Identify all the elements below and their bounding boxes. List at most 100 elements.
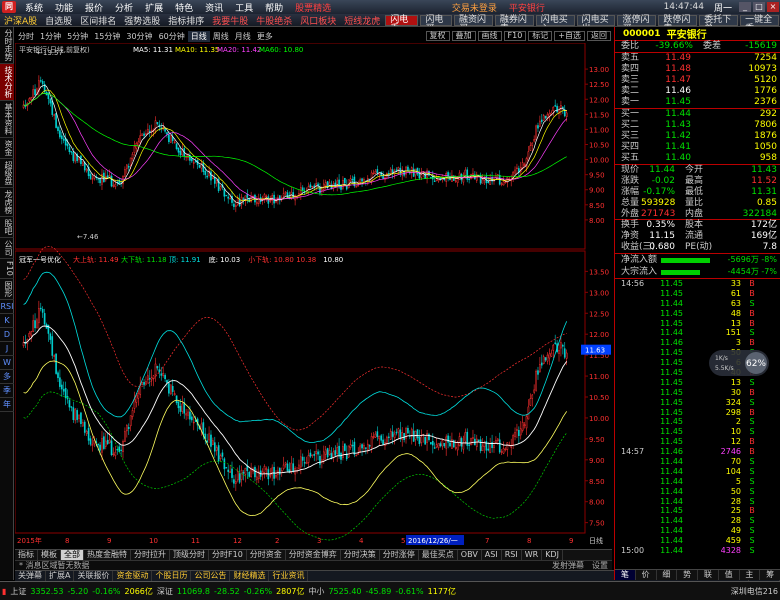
quote-panel-tab[interactable]: 筹	[760, 570, 780, 580]
menu-item[interactable]: 资讯	[199, 1, 229, 14]
news-tab[interactable]: 关弹幕	[15, 571, 46, 581]
news-tab[interactable]: 个股日历	[152, 571, 192, 581]
book-row[interactable]: 卖四 11.48 10973	[615, 64, 780, 75]
danmaku-button[interactable]: 发射弹幕	[548, 561, 588, 570]
menu-item[interactable]: 特色	[169, 1, 199, 14]
flash-trade-button[interactable]: 闪电手	[385, 14, 419, 26]
trade-button[interactable]: 委托下单	[699, 14, 739, 26]
period-tab[interactable]: 30分钟	[123, 31, 155, 42]
promo-link[interactable]: 股票精选	[289, 1, 337, 14]
indicator-tab[interactable]: KDJ	[542, 550, 563, 560]
trade-button[interactable]: 一键全委	[740, 14, 779, 26]
book-row[interactable]: 卖二 11.46 1776	[615, 86, 780, 97]
trade-button[interactable]: 融券闪卖	[494, 14, 534, 26]
kline-chart[interactable]: 平安银行(日线,前复权) MA5: 11.31 MA10: 11.35MA20: 1…	[15, 43, 612, 549]
trade-button[interactable]: 闪电买入	[535, 14, 575, 26]
left-tab[interactable]: 资金	[0, 138, 14, 159]
sz-index[interactable]: 11069.8	[175, 587, 212, 596]
left-tab[interactable]: 龙虎榜	[0, 188, 14, 217]
left-tab-extra[interactable]: J	[0, 342, 14, 356]
left-tab-extra[interactable]: 年	[0, 398, 14, 412]
period-tab[interactable]: 60分钟	[156, 31, 188, 42]
left-tab[interactable]: 技术分析	[0, 64, 14, 101]
left-tab[interactable]: 图形	[0, 279, 14, 300]
left-tab[interactable]: 基本资料	[0, 101, 14, 138]
indicator-tab[interactable]: RSI	[502, 550, 522, 560]
quote-panel-tab[interactable]: 联	[698, 570, 719, 580]
indicator-tab[interactable]: 全部	[61, 550, 84, 560]
sh-index[interactable]: 3352.53	[28, 587, 65, 596]
indicator-tab[interactable]: OBV	[458, 550, 482, 560]
menu-item[interactable]: 扩展	[139, 1, 169, 14]
left-tab-extra[interactable]: W	[0, 356, 14, 370]
indicator-tab[interactable]: 模板	[38, 550, 61, 560]
quote-panel-tab[interactable]: 价	[636, 570, 657, 580]
period-tab[interactable]: 分时	[15, 31, 37, 42]
menu-item[interactable]: 报价	[79, 1, 109, 14]
toolbar-item[interactable]: 沪深A股	[0, 14, 41, 27]
trade-button[interactable]: 跌停闪卖	[658, 14, 698, 26]
indicator-tab[interactable]: 分时拉升	[131, 550, 170, 560]
quote-panel-tab[interactable]: 势	[677, 570, 698, 580]
book-row[interactable]: 买四 11.41 1050	[615, 142, 780, 153]
left-tab-extra[interactable]: 多	[0, 370, 14, 384]
indicator-tab[interactable]: WR	[522, 550, 543, 560]
period-tab[interactable]: 5分钟	[64, 31, 91, 42]
period-tab[interactable]: 更多	[254, 31, 276, 42]
chart-tool-button[interactable]: F10	[503, 31, 527, 41]
indicator-tab[interactable]: 指标	[15, 550, 38, 560]
indicator-tab[interactable]: 最佳买点	[419, 550, 458, 560]
menu-item[interactable]: 功能	[49, 1, 79, 14]
book-row[interactable]: 买二 11.43 7806	[615, 120, 780, 131]
indicator-tab[interactable]: 分时资金博弈	[286, 550, 341, 560]
period-tab[interactable]: 周线	[210, 31, 232, 42]
toolbar-item[interactable]: 自选股	[41, 14, 76, 27]
close-icon[interactable]: ×	[767, 2, 779, 12]
period-tab[interactable]: 日线	[187, 30, 210, 42]
login-status[interactable]: 交易未登录	[446, 1, 503, 14]
toolbar-item[interactable]: 指标排序	[164, 14, 208, 27]
chart-tool-button[interactable]: 叠加	[451, 31, 476, 41]
news-tab[interactable]: 行业资讯	[269, 571, 309, 581]
left-tab[interactable]: 公司	[0, 238, 14, 259]
news-tab[interactable]: 扩展A	[46, 571, 75, 581]
chart-tool-button[interactable]: +自选	[554, 31, 585, 41]
indicator-tab[interactable]: 分时涨停	[380, 550, 419, 560]
left-tab[interactable]: 分时走势	[0, 27, 14, 64]
chart-tool-button[interactable]: 画线	[477, 31, 502, 41]
news-tab[interactable]: 资金驱动	[113, 571, 153, 581]
settings-button[interactable]: 设置	[588, 561, 612, 570]
book-row[interactable]: 卖三 11.47 5120	[615, 75, 780, 86]
menu-item[interactable]: 帮助	[259, 1, 289, 14]
quote-panel-tab[interactable]: 细	[657, 570, 678, 580]
indicator-tab[interactable]: 热度金融特	[84, 550, 131, 560]
quote-panel-tab[interactable]: 值	[719, 570, 740, 580]
news-tab[interactable]: 关联报价	[74, 571, 114, 581]
promo-dragon[interactable]: 短线龙虎	[340, 14, 384, 27]
menu-item[interactable]: 系统	[19, 1, 49, 14]
trade-button[interactable]: 闪电买	[420, 14, 452, 26]
indicator-tab[interactable]: 顶级分时	[170, 550, 209, 560]
book-row[interactable]: 卖一 11.45 2376	[615, 97, 780, 108]
book-row[interactable]: 买三 11.42 1876	[615, 131, 780, 142]
chart-tool-button[interactable]: 标记	[528, 31, 553, 41]
chart-tool-button[interactable]: 复权	[425, 31, 450, 41]
promo-kill[interactable]: 牛股绝杀	[252, 14, 296, 27]
promo-my-stock[interactable]: 我要牛股	[208, 14, 252, 27]
book-row[interactable]: 卖五 11.49 7254	[615, 53, 780, 64]
left-tab[interactable]: 股吧	[0, 217, 14, 238]
broker-link[interactable]: 平安银行	[503, 1, 551, 14]
left-tab-extra[interactable]: RSI	[0, 300, 14, 314]
toolbar-item[interactable]: 区间排名	[76, 14, 120, 27]
quote-panel-tab[interactable]: 主	[740, 570, 761, 580]
indicator-tab[interactable]: 分时F10	[209, 550, 247, 560]
menu-item[interactable]: 工具	[229, 1, 259, 14]
left-tab-extra[interactable]: K	[0, 314, 14, 328]
book-row[interactable]: 买五 11.40 958	[615, 153, 780, 164]
period-tab[interactable]: 15分钟	[91, 31, 123, 42]
trade-button[interactable]: 闪电买出	[576, 14, 616, 26]
book-row[interactable]: 买一 11.44 292	[615, 109, 780, 120]
news-tab[interactable]: 公司公告	[191, 571, 231, 581]
period-tab[interactable]: 月线	[232, 31, 254, 42]
zx-index[interactable]: 7525.40	[326, 587, 363, 596]
